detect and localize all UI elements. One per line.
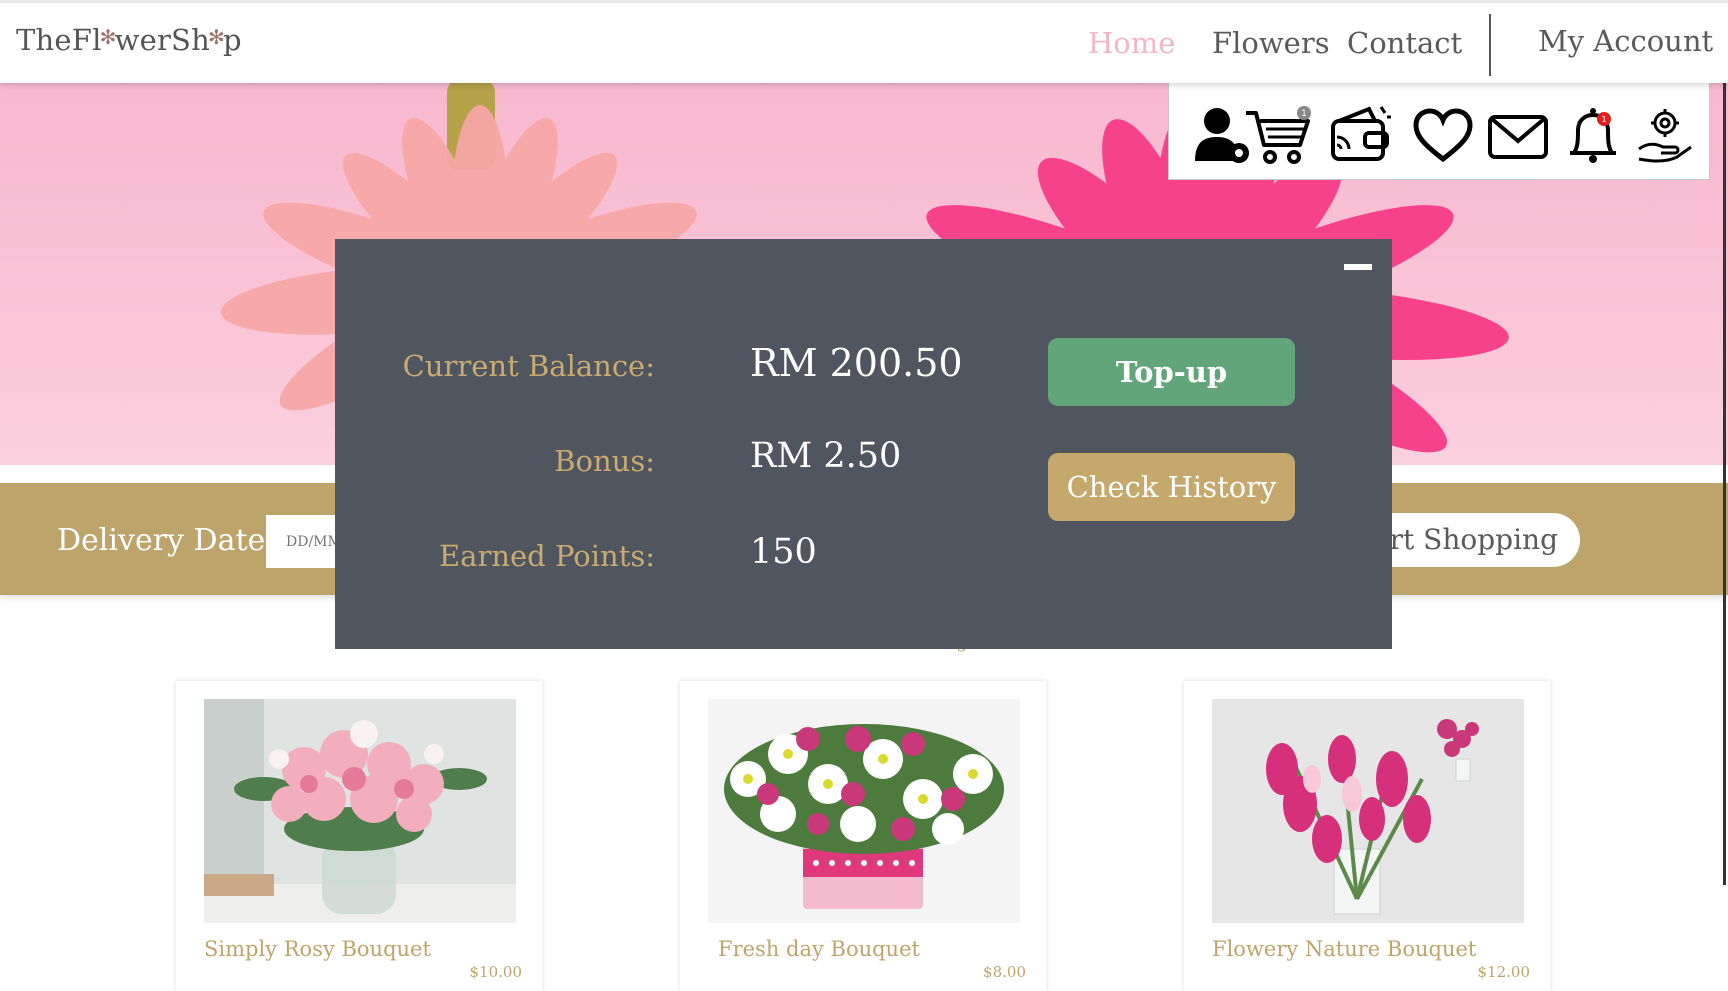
- nav-flowers[interactable]: Flowers: [1212, 26, 1330, 60]
- nav-divider: [1489, 14, 1491, 76]
- logo-text: werSh: [114, 23, 210, 57]
- product-card[interactable]: Simply Rosy Bouquet $10.00: [176, 681, 542, 991]
- minimize-button[interactable]: [1344, 264, 1372, 270]
- account-icon-panel: 1 1: [1168, 80, 1710, 180]
- site-logo[interactable]: TheFl✻werSh✻p: [16, 23, 242, 57]
- bonus-label: Bonus:: [554, 444, 655, 478]
- current-balance-value: RM 200.50: [750, 341, 963, 385]
- product-price: $8.00: [983, 963, 1026, 981]
- page-scrollbar[interactable]: [1723, 80, 1726, 885]
- cart-icon[interactable]: 1: [1244, 105, 1314, 167]
- nav-home[interactable]: Home: [1088, 26, 1175, 60]
- logo-text: p: [222, 23, 242, 57]
- logo-flower-icon: ✻: [99, 25, 117, 49]
- bonus-value: RM 2.50: [750, 436, 902, 476]
- logo-flower-icon: ✻: [207, 25, 225, 49]
- heart-icon[interactable]: [1412, 105, 1474, 167]
- product-card[interactable]: Fresh day Bouquet $8.00: [680, 681, 1046, 991]
- product-image[interactable]: [1212, 699, 1524, 923]
- product-image[interactable]: [708, 699, 1020, 923]
- bell-icon[interactable]: 1: [1562, 105, 1624, 167]
- cart-badge: 1: [1301, 109, 1307, 119]
- product-image[interactable]: [204, 699, 516, 923]
- wallet-balance-modal: Current Balance: RM 200.50 Bonus: RM 2.5…: [335, 239, 1392, 649]
- product-name[interactable]: Simply Rosy Bouquet: [204, 937, 431, 961]
- delivery-date-label: Delivery Date:: [57, 523, 276, 558]
- check-history-button[interactable]: Check History: [1048, 453, 1295, 521]
- notification-badge: 1: [1601, 115, 1606, 124]
- product-price: $12.00: [1477, 963, 1531, 981]
- site-header: TheFl✻werSh✻p Home Flowers Contact My Ac…: [0, 0, 1728, 83]
- product-price: $10.00: [469, 963, 523, 981]
- product-name[interactable]: Flowery Nature Bouquet: [1212, 937, 1476, 961]
- top-up-button[interactable]: Top-up: [1048, 338, 1295, 406]
- hand-gear-icon[interactable]: [1635, 105, 1697, 167]
- nav-contact[interactable]: Contact: [1347, 26, 1462, 60]
- nav-my-account[interactable]: My Account: [1538, 24, 1713, 58]
- current-balance-label: Current Balance:: [402, 349, 655, 383]
- logo-text: TheFl: [16, 23, 102, 57]
- earned-points-value: 150: [750, 532, 817, 572]
- earned-points-label: Earned Points:: [439, 539, 655, 573]
- wallet-icon[interactable]: [1329, 105, 1391, 167]
- envelope-icon[interactable]: [1487, 105, 1549, 167]
- product-name[interactable]: Fresh day Bouquet: [718, 937, 920, 961]
- product-card[interactable]: Flowery Nature Bouquet $12.00: [1184, 681, 1550, 991]
